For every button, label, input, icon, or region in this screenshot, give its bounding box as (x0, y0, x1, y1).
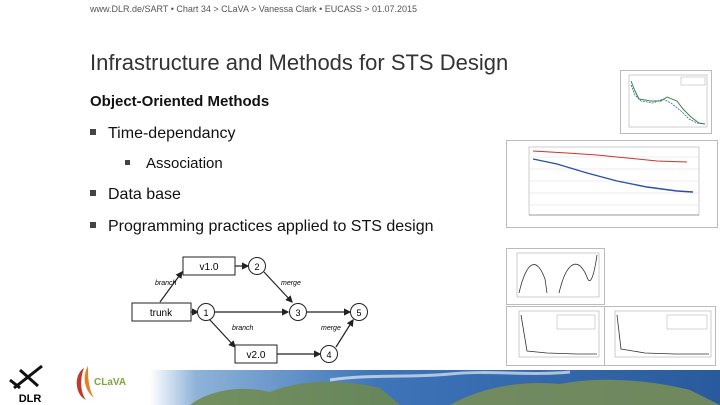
bullet-marker (125, 159, 130, 165)
node-2-label: 2 (254, 262, 259, 272)
bullet-marker (90, 128, 96, 135)
edge-label-merge: merge (321, 325, 341, 332)
header-breadcrumb: www.DLR.de/SART • Chart 34 > CLaVA > Van… (90, 4, 418, 14)
bullet-text: Association (146, 155, 223, 172)
slide-subtitle: Object-Oriented Methods (90, 93, 270, 110)
dlr-logo: DLR (9, 364, 43, 404)
edge-branch-top (159, 271, 183, 303)
version-diagram: v1.0 trunk v2.0 2 1 3 5 4 branch merge b… (131, 256, 368, 364)
edge-label-branch: branch (232, 325, 254, 332)
dlr-logo-text: DLR (19, 393, 42, 404)
slide-title: Infrastructure and Methods for STS Desig… (90, 50, 509, 75)
clava-logo: CLaVA (76, 366, 126, 400)
bullet-item: Data base (90, 186, 181, 204)
node-v1-label: v1.0 (200, 262, 219, 273)
bullet-item: Programming practices applied to STS des… (90, 218, 434, 236)
node-v2-label: v2.0 (247, 350, 266, 361)
node-4-label: 4 (326, 350, 331, 360)
thumbnail-chart-1 (620, 70, 712, 134)
node-5-label: 5 (356, 308, 361, 318)
earth-footer-image (150, 370, 720, 405)
thumbnail-chart-2 (506, 140, 718, 228)
bullet-text: Programming practices applied to STS des… (108, 218, 434, 235)
edge-label-branch: branch (155, 280, 177, 287)
edge-label-merge: merge (281, 280, 301, 287)
edge-merge-top (263, 271, 293, 303)
sub-bullet-item: Association (125, 155, 223, 172)
bullet-text: Time-dependancy (108, 125, 236, 142)
node-trunk-label: trunk (150, 308, 173, 319)
node-1-label: 1 (203, 308, 208, 318)
thumbnail-chart-3 (506, 248, 605, 305)
bullet-marker (90, 221, 96, 228)
thumbnail-chart-5 (604, 306, 716, 366)
bullet-marker (90, 189, 96, 196)
node-3-label: 3 (295, 308, 300, 318)
clava-logo-text: CLaVA (94, 377, 126, 388)
legend (680, 76, 706, 86)
bullet-item: Time-dependancy (90, 125, 235, 143)
bullet-text: Data base (108, 186, 181, 203)
thumbnail-chart-4 (506, 306, 605, 366)
